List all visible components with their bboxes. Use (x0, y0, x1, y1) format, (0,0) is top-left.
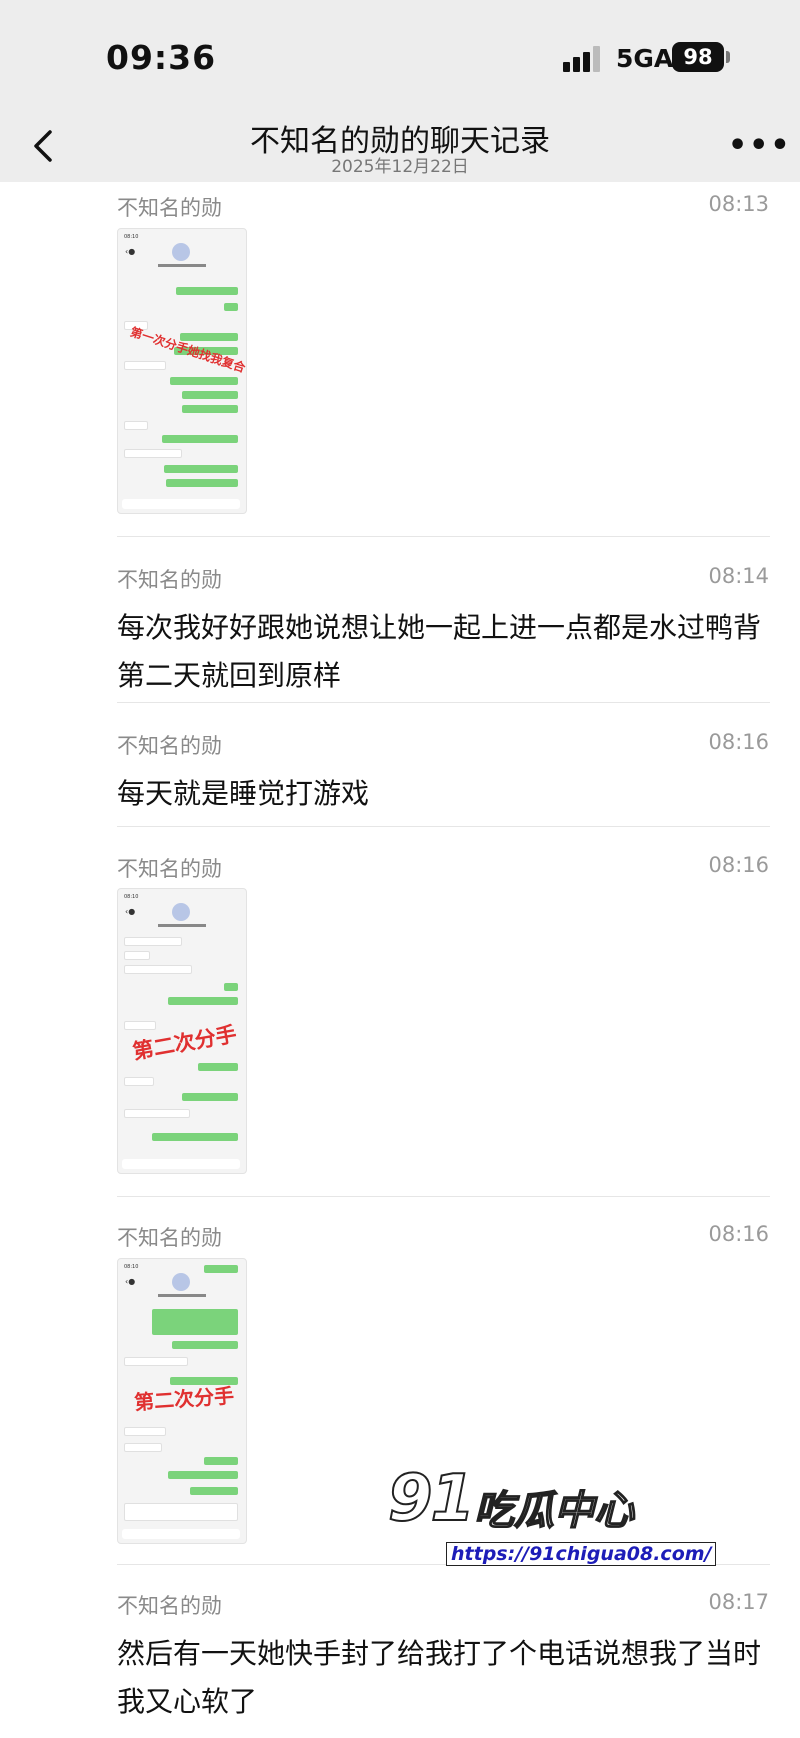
thumb-stamp-text: 第二次分手 (133, 1383, 235, 1415)
thumb-contact-name (158, 264, 206, 267)
sender-name: 不知名的勋 (117, 734, 222, 758)
thumb-bubble (124, 1427, 166, 1436)
divider (117, 536, 770, 537)
thumb-bubble (124, 1109, 190, 1118)
thumb-bubble (182, 405, 238, 413)
thumb-bubble (124, 421, 148, 430)
sender-name: 不知名的勋 (117, 1594, 222, 1618)
thumb-contact-name (158, 924, 206, 927)
thumb-bubble (124, 1503, 238, 1521)
thumb-bubble (168, 997, 238, 1005)
thumb-bubble (152, 1309, 238, 1335)
thumb-bubble (124, 1443, 162, 1452)
battery-cap (726, 51, 730, 63)
message-text: 每天就是睡觉打游戏 (117, 777, 370, 810)
thumb-bubble (124, 951, 150, 960)
status-time: 09:36 (106, 38, 217, 77)
thumb-bubble (124, 965, 192, 974)
thumb-back-icon: ‹● (125, 247, 136, 256)
thumb-input-bar (122, 1529, 240, 1539)
thumb-bubble (124, 1077, 154, 1086)
sender-name: 不知名的勋 (117, 196, 222, 220)
thumb-contact-name (158, 1294, 206, 1297)
thumb-bubble (224, 303, 238, 311)
thumb-bubble (204, 1265, 238, 1273)
thumb-bubble (124, 449, 182, 458)
thumb-bubble (166, 479, 238, 487)
signal-icon (563, 46, 600, 72)
thumb-input-bar (122, 1159, 240, 1169)
thumb-bubble (172, 1341, 238, 1349)
message-text: 每次我好好跟她说想让她一起上进一点都是水过鸭背第二天就回到原样 (117, 611, 762, 692)
thumb-bubble (124, 937, 182, 946)
sender-name: 不知名的勋 (117, 857, 222, 881)
thumb-status-time: 08:10 (124, 894, 139, 900)
message-time: 08:13 (708, 192, 769, 216)
thumb-bubble (204, 1457, 238, 1465)
thumb-bubble (198, 1063, 238, 1071)
divider (117, 702, 770, 703)
sender-name: 不知名的勋 (117, 568, 222, 592)
network-type: 5GA (616, 44, 674, 73)
thumb-bubble (176, 287, 238, 295)
chat-screenshot-image[interactable]: 08:10 ‹● 第一次分手她找我复合 (117, 228, 247, 514)
watermark-url: https://91chigua08.com/ (446, 1542, 717, 1566)
watermark-name: 吃瓜中心 (473, 1487, 635, 1535)
thumb-bubble (170, 377, 238, 385)
thumb-input-bar (122, 499, 240, 509)
message-time: 08:17 (708, 1590, 769, 1614)
thumb-bubble (182, 391, 238, 399)
thumb-back-icon: ‹● (125, 1277, 136, 1286)
message-text: 然后有一天她快手封了给我打了个电话说想我了当时我又心软了 (117, 1637, 762, 1718)
status-bar: 09:36 5GA 98 (0, 0, 800, 110)
nav-bar: 不知名的勋的聊天记录 2025年12月22日 ••• (0, 110, 800, 182)
site-watermark: 91 吃瓜中心 https://91chigua08.com/ (387, 1461, 717, 1582)
message-item: 不知名的勋 08:14 每次我好好跟她说想让她一起上进一点都是水过鸭背第二天就回… (117, 564, 769, 692)
sender-name: 不知名的勋 (117, 1226, 222, 1250)
thumb-bubble (182, 1093, 238, 1101)
message-item: 不知名的勋 08:16 每天就是睡觉打游戏 (117, 730, 769, 810)
message-item: 不知名的勋 08:17 然后有一天她快手封了给我打了个电话说想我了当时我又心软了 (117, 1590, 769, 1720)
thumb-bubble (124, 361, 166, 370)
thumb-bubble (168, 1471, 238, 1479)
thumb-avatar (172, 1273, 190, 1291)
thumb-status-time: 08:10 (124, 234, 139, 240)
message-time: 08:14 (708, 564, 769, 588)
thumb-bubble (152, 1133, 238, 1141)
message-time: 08:16 (708, 1222, 769, 1246)
chat-screenshot-image[interactable]: 08:10 ‹● 第二次分手 (117, 888, 247, 1174)
chat-screenshot-image[interactable]: 08:10 ‹● 第二次分手 (117, 1258, 247, 1544)
battery-icon: 98 (672, 42, 724, 72)
divider (117, 826, 770, 827)
watermark-logo: 91 (387, 1461, 476, 1537)
page-subtitle-date: 2025年12月22日 (331, 157, 469, 177)
thumb-bubble (224, 983, 238, 991)
thumb-back-icon: ‹● (125, 907, 136, 916)
thumb-bubble (124, 1021, 156, 1030)
thumb-bubble (124, 1357, 188, 1366)
thumb-bubble (162, 435, 238, 443)
thumb-bubble (164, 465, 238, 473)
thumb-status-time: 08:10 (124, 1264, 139, 1270)
divider (117, 1196, 770, 1197)
thumb-avatar (172, 243, 190, 261)
message-time: 08:16 (708, 853, 769, 877)
thumb-avatar (172, 903, 190, 921)
thumb-bubble (190, 1487, 238, 1495)
more-options-icon[interactable]: ••• (728, 128, 792, 163)
message-time: 08:16 (708, 730, 769, 754)
